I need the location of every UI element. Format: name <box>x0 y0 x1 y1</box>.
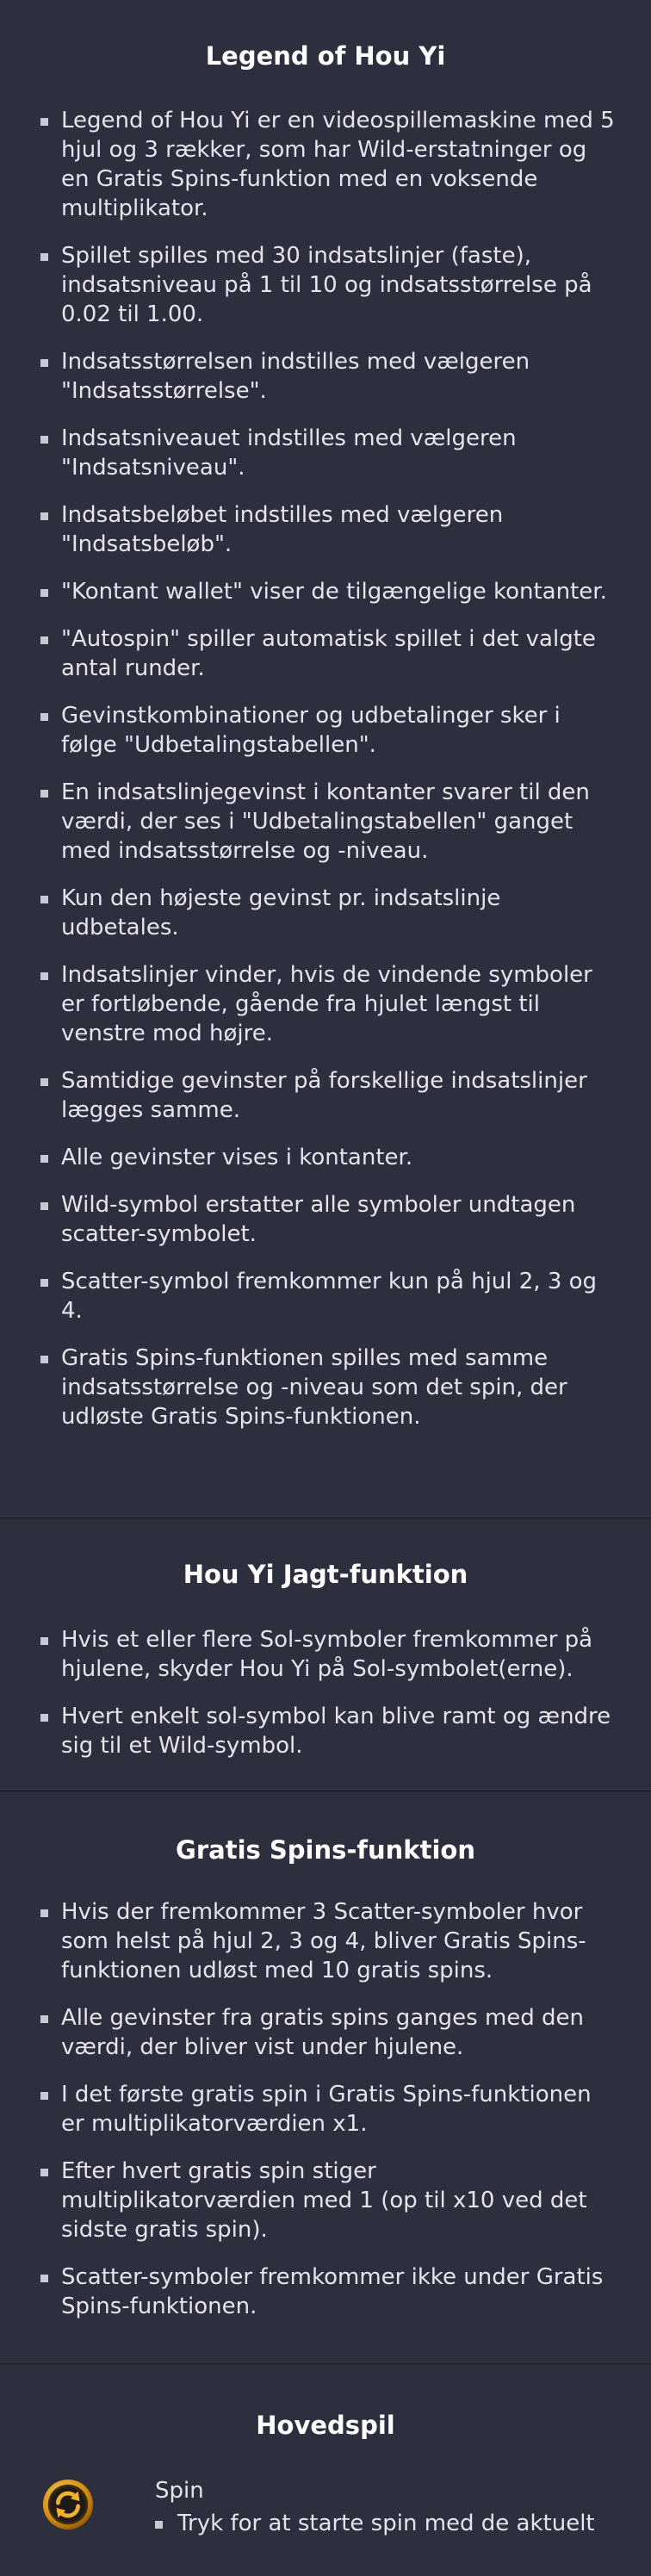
list-item: Wild-symbol erstatter alle symboler undt… <box>0 1190 651 1249</box>
list-item: Indsatslinjer vinder, hvis de vindende s… <box>0 960 651 1048</box>
list-item: "Kontant wallet" viser de tilgængelige k… <box>0 577 651 606</box>
spin-icon[interactable] <box>41 2478 95 2531</box>
list-item: Gevinstkombinationer og udbetalinger ske… <box>0 701 651 760</box>
section-title-legend: Legend of Hou Yi <box>205 41 446 71</box>
list-item: Scatter-symboler fremkommer ikke under G… <box>0 2263 651 2321</box>
list-item: Kun den højeste gevinst pr. indsatslinje… <box>0 884 651 942</box>
list-item: Efter hvert gratis spin stiger multiplik… <box>0 2157 651 2244</box>
list-item: Legend of Hou Yi er en videospillemaskin… <box>0 106 651 223</box>
section-freespins: Gratis Spins-funktion Hvis der fremkomme… <box>0 1792 651 2362</box>
list-item: "Autospin" spiller automatisk spillet i … <box>0 624 651 683</box>
section-title-hunt: Hou Yi Jagt-funktion <box>183 1560 468 1589</box>
list-item: Indsatsbeløbet indstilles med vælgeren "… <box>0 500 651 559</box>
list-item: Gratis Spins-funktionen spilles med samm… <box>0 1344 651 1431</box>
section-title-main-game: Hovedspil <box>256 2411 395 2440</box>
list-item: Hvis der fremkommer 3 Scatter-symboler h… <box>0 1897 651 1985</box>
list-item: Indsatsniveauet indstilles med vælgeren … <box>0 424 651 482</box>
list-item: Alle gevinster fra gratis spins ganges m… <box>0 2003 651 2062</box>
list-item: En indsatslinjegevinst i kontanter svare… <box>0 778 651 866</box>
list-item: Samtidige gevinster på forskellige indsa… <box>0 1066 651 1125</box>
section-hunt: Hou Yi Jagt-funktion Hvis et eller flere… <box>0 1519 651 1789</box>
list-item: Hvert enkelt sol-symbol kan blive ramt o… <box>0 1702 651 1760</box>
control-desc-spin: Tryk for at starte spin med de aktuelt <box>155 2509 625 2538</box>
section-legend: Legend of Hou Yi Legend of Hou Yi er en … <box>0 0 651 1516</box>
section-title-freespins: Gratis Spins-funktion <box>176 1835 475 1865</box>
control-name-spin: Spin <box>155 2478 204 2504</box>
list-item: Indsatsstørrelsen indstilles med vælgere… <box>0 347 651 406</box>
control-row-spin: Spin Tryk for at starte spin med de aktu… <box>0 2473 651 2576</box>
list-item: Tryk for at starte spin med de aktuelt <box>155 2509 625 2538</box>
list-item: Spillet spilles med 30 indsatslinjer (fa… <box>0 241 651 329</box>
rules-list-freespins: Hvis der fremkommer 3 Scatter-symboler h… <box>0 1897 651 2321</box>
list-item: Alle gevinster vises i kontanter. <box>0 1143 651 1172</box>
section-main-game: Hovedspil Spin Tryk for at starte spin m… <box>0 2365 651 2576</box>
list-item: I det første gratis spin i Gratis Spins-… <box>0 2080 651 2138</box>
rules-list-hunt: Hvis et eller flere Sol-symboler fremkom… <box>0 1625 651 1760</box>
list-item: Scatter-symbol fremkommer kun på hjul 2,… <box>0 1267 651 1325</box>
rules-list-legend: Legend of Hou Yi er en videospillemaskin… <box>0 106 651 1431</box>
list-item: Hvis et eller flere Sol-symboler fremkom… <box>0 1625 651 1684</box>
